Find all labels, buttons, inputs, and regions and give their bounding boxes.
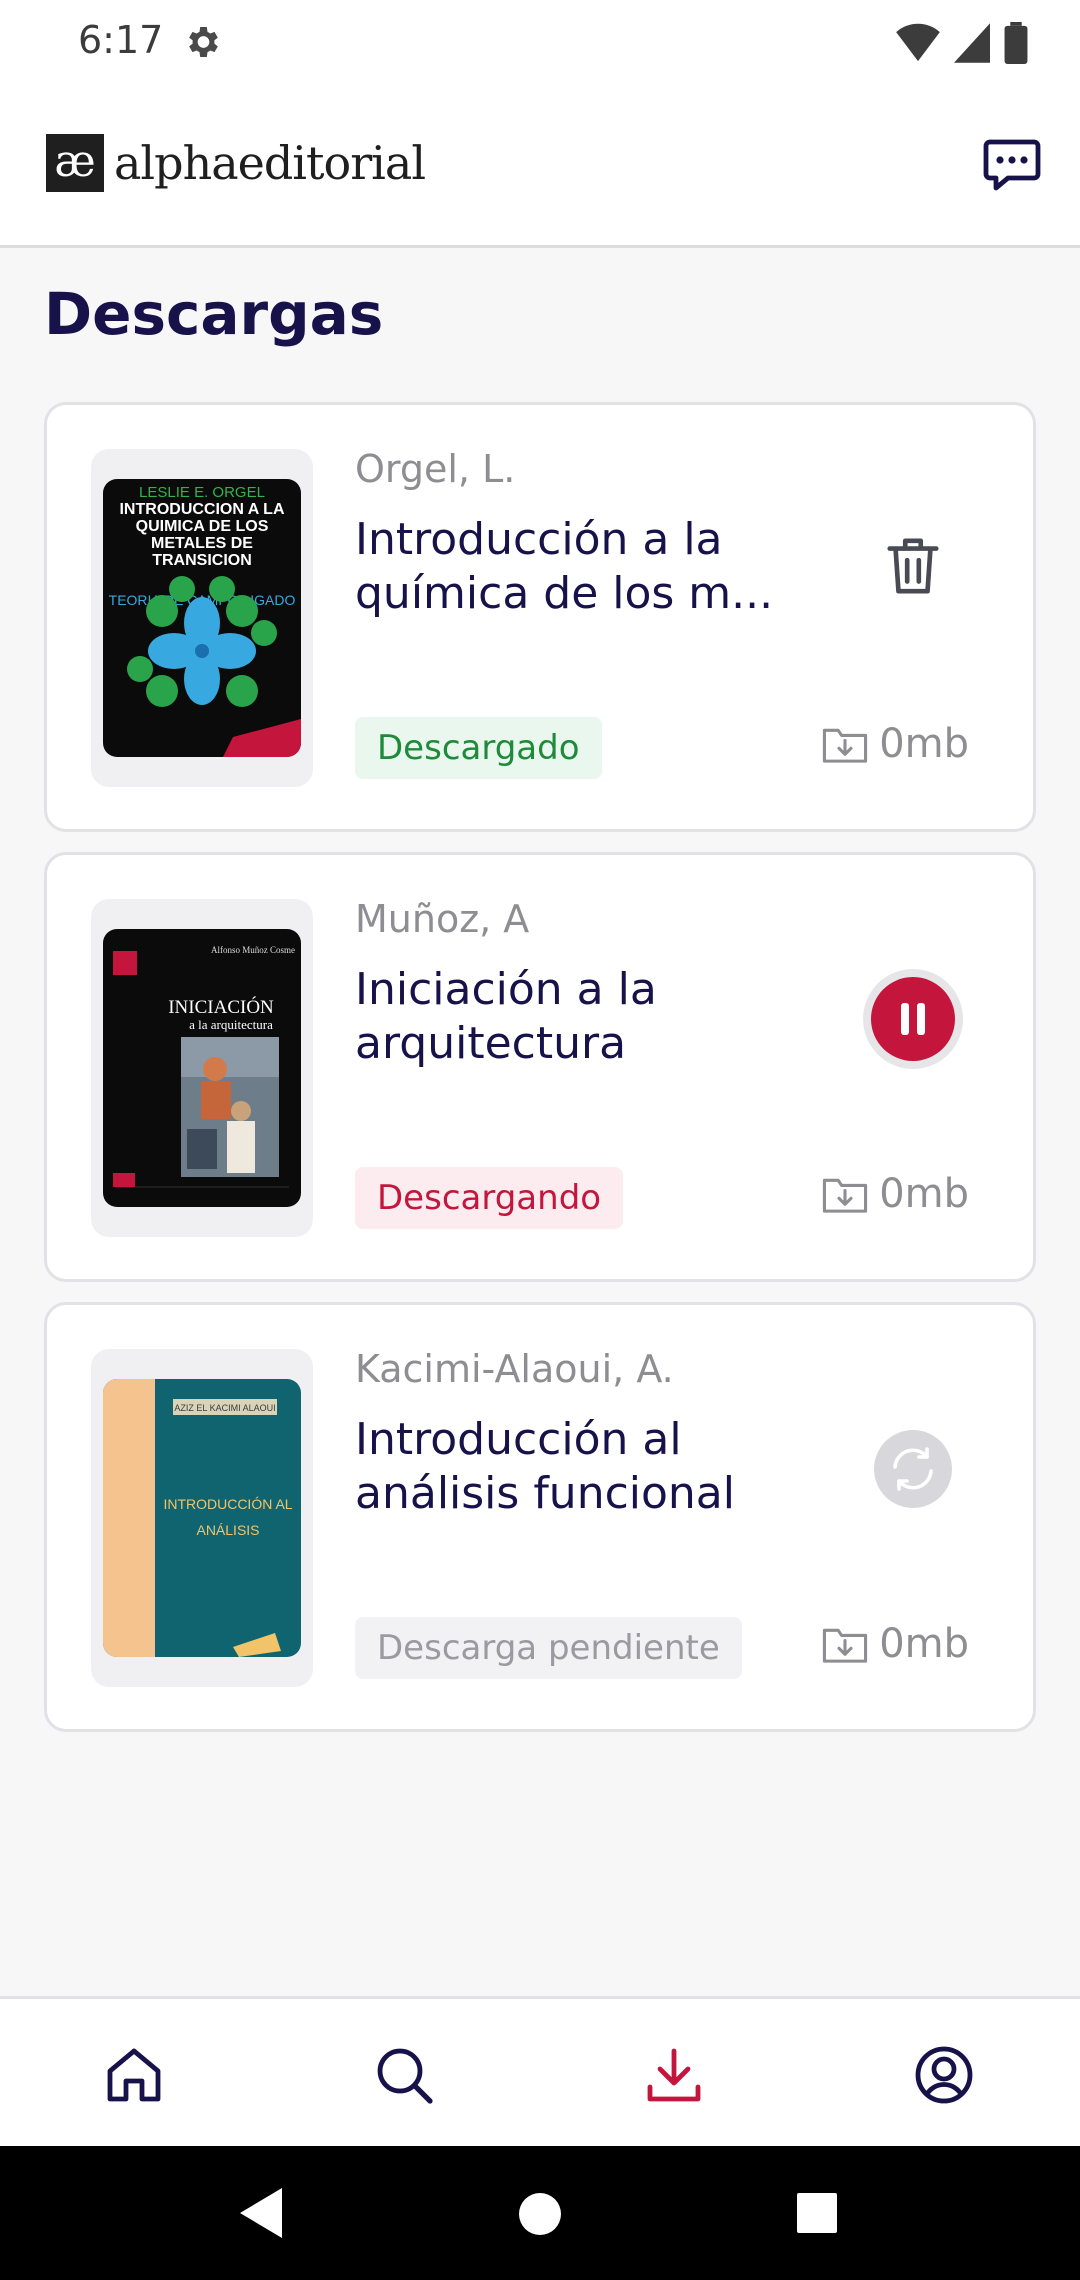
book-cover-frame: LESLIE E. ORGEL INTRODUCCION A LA QUIMIC… — [91, 449, 313, 787]
download-card[interactable]: AZIZ EL KACIMI ALAOUI INTRODUCCIÓN AL AN… — [44, 1302, 1036, 1732]
book-cover-image: Alfonso Muñoz Cosme INICIACIÓN a la arqu… — [103, 929, 301, 1207]
battery-icon — [1004, 22, 1028, 64]
status-indicators — [896, 22, 1028, 64]
profile-icon[interactable] — [912, 2043, 976, 2107]
book-title: Introducción a la química de los m... — [355, 514, 774, 619]
status-time: 6:17 — [78, 18, 164, 62]
cover-art-orgel: LESLIE E. ORGEL INTRODUCCION A LA QUIMIC… — [109, 484, 301, 757]
book-author: Kacimi-Alaoui, A. — [355, 1347, 674, 1391]
page-title: Descargas — [44, 280, 384, 348]
book-cover-image: LESLIE E. ORGEL INTRODUCCION A LA QUIMIC… — [103, 479, 301, 757]
home-circle-icon[interactable] — [518, 2192, 562, 2236]
signal-icon — [954, 23, 990, 63]
cover-art-munoz: Alfonso Muñoz Cosme INICIACIÓN a la arqu… — [113, 945, 295, 1188]
settings-gear-icon — [189, 27, 218, 57]
logo-text: alphaeditorial — [114, 136, 426, 190]
chat-bubble-icon[interactable] — [980, 132, 1044, 196]
book-author: Muñoz, A — [355, 897, 530, 941]
trash-icon[interactable] — [885, 535, 941, 597]
book-title: Iniciación a la arquitectura — [355, 964, 657, 1069]
back-icon[interactable] — [236, 2186, 286, 2240]
logo-mark: æ — [46, 134, 104, 192]
alphaeditorial-logo[interactable]: æ alphaeditorial — [46, 134, 426, 192]
recents-icon[interactable] — [796, 2192, 838, 2234]
file-size-value: 0mb — [879, 1621, 969, 1667]
status-badge: Descargando — [355, 1167, 624, 1229]
status-badge: Descarga pendiente — [355, 1617, 742, 1679]
cover-author-text: AZIZ EL KACIMI ALAOUI — [174, 1403, 275, 1413]
download-card[interactable]: Alfonso Muñoz Cosme INICIACIÓN a la arqu… — [44, 852, 1036, 1282]
cover-art-kacimi: AZIZ EL KACIMI ALAOUI INTRODUCCIÓN AL AN… — [103, 1379, 293, 1657]
status-bar: 6:17 — [0, 0, 1080, 88]
cover-title-text: INTRODUCCIÓN AL ANÁLISIS FUNCIONAL — [163, 1496, 293, 1551]
app-header: æ alphaeditorial — [0, 88, 1080, 248]
book-title: Introducción al análisis funcional — [355, 1414, 735, 1519]
sync-icon[interactable] — [873, 1429, 953, 1509]
screen: 6:17 æ alphaeditorial Descargas LESLIE E… — [0, 0, 1080, 2280]
file-size-value: 0mb — [879, 1171, 969, 1217]
book-cover-frame: Alfonso Muñoz Cosme INICIACIÓN a la arqu… — [91, 899, 313, 1237]
file-size: 0mb — [821, 1621, 969, 1667]
pause-icon[interactable] — [861, 967, 965, 1071]
home-icon[interactable] — [102, 2043, 166, 2107]
search-icon[interactable] — [372, 2043, 436, 2107]
book-cover-frame: AZIZ EL KACIMI ALAOUI INTRODUCCIÓN AL AN… — [91, 1349, 313, 1687]
file-size-value: 0mb — [879, 721, 969, 767]
file-size: 0mb — [821, 1171, 969, 1217]
cover-subtitle-text: a la arquitectura — [189, 1017, 273, 1032]
file-size: 0mb — [821, 721, 969, 767]
folder-download-icon — [823, 1178, 868, 1213]
folder-download-icon — [823, 728, 868, 763]
bottom-navigation — [0, 1996, 1080, 2146]
wifi-icon — [896, 23, 940, 62]
book-author: Orgel, L. — [355, 447, 516, 491]
cover-author-text: Alfonso Muñoz Cosme — [211, 945, 295, 955]
folder-download-icon — [823, 1628, 868, 1663]
system-navigation-bar — [0, 2146, 1080, 2280]
download-icon[interactable] — [642, 2043, 706, 2107]
cover-title-text: INICIACIÓN — [168, 996, 274, 1018]
book-cover-image: AZIZ EL KACIMI ALAOUI INTRODUCCIÓN AL AN… — [103, 1379, 301, 1657]
status-badge: Descargado — [355, 717, 602, 779]
cover-author-text: LESLIE E. ORGEL — [139, 484, 265, 501]
download-card[interactable]: LESLIE E. ORGEL INTRODUCCION A LA QUIMIC… — [44, 402, 1036, 832]
cover-title-text: INTRODUCCION A LA QUIMICA DE LOS METALES… — [119, 501, 285, 569]
